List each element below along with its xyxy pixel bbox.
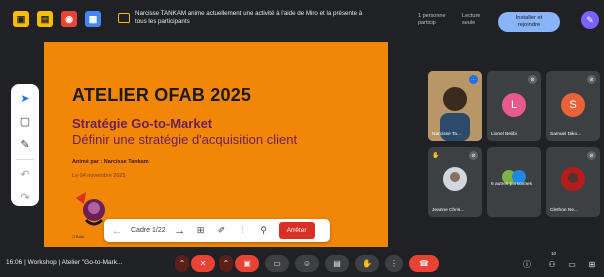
participant-tile[interactable]: ⊘ Clethon Ne... (546, 147, 600, 217)
raise-hand-button[interactable]: ✋ (355, 255, 379, 272)
pointer-icon[interactable]: ➤ (15, 90, 35, 107)
activity-banner: Narcisse TANKAM anime actuellement une a… (118, 10, 408, 34)
laser-icon[interactable]: ✐ (213, 222, 231, 240)
participants-label-line1: 1 personne (418, 13, 446, 19)
participant-name: Samuel Diko... (550, 132, 582, 137)
redo-icon[interactable]: ↷ (15, 189, 35, 206)
mic-off-button[interactable]: ✕ (191, 255, 215, 272)
next-frame-icon[interactable]: → (171, 222, 189, 240)
toolbar-divider (16, 159, 34, 160)
participant-tile-group[interactable]: 6 autres personnes (487, 147, 541, 217)
more-options-icon[interactable]: ⋯ (469, 75, 478, 84)
captions-button[interactable]: ▭ (265, 255, 289, 272)
settings-sliders-icon[interactable]: ⫶ (234, 222, 252, 240)
camera-options-chevron-icon[interactable]: ⌃ (219, 255, 233, 272)
participant-name: Lionel Beiibi (491, 132, 517, 137)
activities-icon[interactable]: ⊞ (585, 257, 599, 271)
notes-icon[interactable]: ▣ (13, 11, 29, 27)
readonly-label: Lecture seule (462, 13, 480, 27)
mic-off-icon: ⊘ (469, 151, 478, 160)
previous-frame-icon[interactable]: ← (108, 222, 126, 240)
participant-name: Narcisse Ta... (432, 132, 461, 137)
banner-text-line1: Narcisse TANKAM anime actuellement une a… (135, 10, 363, 17)
banner-text-line2: tous les participants (135, 18, 190, 25)
more-options-button[interactable]: ⋮ (385, 255, 403, 272)
presentation-controls: ← Cadre 1/22 → ⊞ ✐ ⫶ ⚲ Arrêter (104, 219, 330, 242)
docs-icon[interactable]: ▦ (85, 11, 101, 27)
participants-label-line2: particip (418, 20, 436, 26)
install-and-join-button[interactable]: Installer et rejoindre (498, 12, 560, 32)
record-icon[interactable]: ◉ (61, 11, 77, 27)
presentation-slide: ATELIER OFAB 2025 Stratégie Go-to-Market… (44, 42, 388, 247)
mic-off-icon: ⊘ (587, 151, 596, 160)
participant-photo (443, 167, 467, 191)
avatar: S (561, 93, 585, 117)
participant-tile[interactable]: ⊘ S Samuel Diko... (546, 71, 600, 141)
stop-presenting-button[interactable]: Arrêter (278, 222, 315, 239)
emoji-button[interactable]: ☺ (295, 255, 319, 272)
meeting-info: 16:06 | Workshop | Atelier "Go-to-Mark..… (6, 259, 123, 266)
frame-counter: Cadre 1/22 (131, 227, 166, 234)
leave-call-button[interactable]: ☎ (409, 255, 439, 272)
undo-icon[interactable]: ↶ (15, 166, 35, 183)
participant-name: Jeanne Chris... (432, 208, 465, 213)
people-icon[interactable]: ⚇ (545, 257, 559, 271)
avatar: L (502, 93, 526, 117)
present-button[interactable]: ▤ (325, 255, 349, 272)
camera-off-button[interactable]: ▣ (235, 255, 259, 272)
sticky-note-icon[interactable]: ▢ (15, 113, 35, 130)
pen-tool-icon[interactable]: ✎ (15, 136, 35, 153)
drawing-toolbar: ➤ ▢ ✎ ↶ ↷ (11, 84, 39, 206)
chat-icon[interactable]: ▭ (565, 257, 579, 271)
readonly-label-line2: seule (462, 20, 476, 26)
participant-tile[interactable]: ⊘ L Lionel Beiibi (487, 71, 541, 141)
install-label-line2: rejoindre (517, 22, 541, 28)
mic-off-icon: ⊘ (587, 75, 596, 84)
grid-icon[interactable]: ⊞ (192, 222, 210, 240)
slide-subtitle-bold: Stratégie Go-to-Market (72, 116, 213, 131)
mic-off-icon: ⊘ (528, 75, 537, 84)
logo-label: O'Babi (72, 234, 84, 239)
mic-options-chevron-icon[interactable]: ⌃ (175, 255, 189, 272)
participants-label: 1 personne particip (418, 13, 446, 27)
document-icon[interactable]: ▤ (37, 11, 53, 27)
raised-hand-icon: ✋ (432, 153, 440, 159)
slide-title: ATELIER OFAB 2025 (72, 85, 252, 105)
info-icon[interactable]: ⓘ (520, 257, 534, 271)
meet-window: ▣ ▤ ◉ ▦ Narcisse TANKAM anime actuelleme… (0, 0, 604, 277)
follow-icon[interactable]: ⚲ (255, 222, 273, 240)
participant-photo (561, 167, 585, 191)
top-bar: ▣ ▤ ◉ ▦ Narcisse TANKAM anime actuelleme… (0, 0, 604, 40)
screen-share-icon (118, 13, 130, 23)
slide-date: Le 04 novembre 2025 (72, 173, 126, 179)
participant-count: 10 (551, 251, 557, 256)
pen-icon[interactable]: ✎ (581, 11, 599, 29)
participant-name: Clethon Ne... (550, 208, 578, 213)
participant-name: 6 autres personnes (491, 182, 533, 187)
slide-subtitle: Définir une stratégie d'acquisition clie… (72, 132, 298, 147)
participant-tile[interactable]: ⋯ Narcisse Ta... (428, 71, 482, 141)
readonly-label-line1: Lecture (462, 13, 481, 19)
install-label-line1: Installer et (515, 15, 543, 21)
participant-tile[interactable]: ✋ ⊘ Jeanne Chris... (428, 147, 482, 217)
bottom-bar: 16:06 | Workshop | Atelier "Go-to-Mark..… (0, 249, 604, 277)
slide-presenter: Animé par : Narcisse Tankam (72, 159, 149, 165)
